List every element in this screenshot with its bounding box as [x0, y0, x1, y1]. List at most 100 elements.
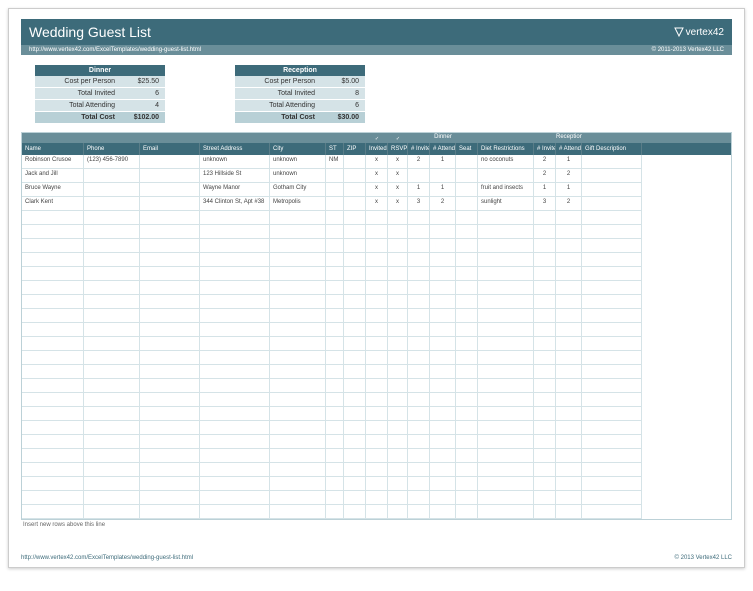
cell-gift[interactable] [582, 197, 642, 211]
cell-st[interactable] [326, 183, 344, 197]
value[interactable]: $5.00 [321, 76, 365, 87]
cell-rsvp[interactable] [388, 379, 408, 393]
cell-city[interactable]: unknown [270, 155, 326, 169]
cell-seat[interactable] [456, 491, 478, 505]
cell-city[interactable] [270, 309, 326, 323]
cell-email[interactable] [140, 309, 200, 323]
cell-gift[interactable] [582, 393, 642, 407]
cell-dinv[interactable] [408, 407, 430, 421]
cell-zip[interactable] [344, 421, 366, 435]
cell-zip[interactable] [344, 435, 366, 449]
cell-rinv[interactable] [534, 281, 556, 295]
cell-ratt[interactable] [556, 323, 582, 337]
cell-phone[interactable] [84, 365, 140, 379]
cell-gift[interactable] [582, 505, 642, 519]
cell-city[interactable] [270, 449, 326, 463]
cell-phone[interactable] [84, 379, 140, 393]
cell-dinv[interactable] [408, 169, 430, 183]
table-row[interactable] [22, 463, 731, 477]
cell-gift[interactable] [582, 407, 642, 421]
cell-gift[interactable] [582, 295, 642, 309]
cell-invited[interactable] [366, 337, 388, 351]
cell-city[interactable] [270, 337, 326, 351]
cell-seat[interactable] [456, 435, 478, 449]
cell-zip[interactable] [344, 225, 366, 239]
table-row[interactable] [22, 491, 731, 505]
cell-rinv[interactable] [534, 253, 556, 267]
cell-phone[interactable] [84, 435, 140, 449]
cell-ratt[interactable] [556, 281, 582, 295]
cell-zip[interactable] [344, 309, 366, 323]
cell-seat[interactable] [456, 253, 478, 267]
cell-gift[interactable] [582, 435, 642, 449]
cell-diet[interactable] [478, 267, 534, 281]
cell-datt[interactable] [430, 379, 456, 393]
cell-invited[interactable]: x [366, 155, 388, 169]
cell-invited[interactable] [366, 253, 388, 267]
cell-rinv[interactable] [534, 449, 556, 463]
cell-ratt[interactable] [556, 505, 582, 519]
cell-seat[interactable] [456, 477, 478, 491]
cell-datt[interactable] [430, 253, 456, 267]
table-row[interactable] [22, 309, 731, 323]
cell-datt[interactable] [430, 267, 456, 281]
cell-phone[interactable]: (123) 456-7890 [84, 155, 140, 169]
table-row[interactable]: Bruce WayneWayne ManorGotham Cityxx11fru… [22, 183, 731, 197]
cell-rsvp[interactable] [388, 421, 408, 435]
cell-city[interactable]: Metropolis [270, 197, 326, 211]
cell-rinv[interactable] [534, 295, 556, 309]
cell-zip[interactable] [344, 197, 366, 211]
cell-city[interactable] [270, 351, 326, 365]
cell-name[interactable]: Clark Kent [22, 197, 84, 211]
cell-name[interactable] [22, 421, 84, 435]
cell-st[interactable] [326, 477, 344, 491]
cell-ratt[interactable] [556, 211, 582, 225]
cell-ratt[interactable] [556, 393, 582, 407]
cell-datt[interactable] [430, 491, 456, 505]
cell-dinv[interactable] [408, 337, 430, 351]
cell-seat[interactable] [456, 295, 478, 309]
cell-diet[interactable] [478, 463, 534, 477]
cell-city[interactable] [270, 407, 326, 421]
table-row[interactable]: Jack and Jill123 Hillside Stunknownxx22 [22, 169, 731, 183]
cell-diet[interactable] [478, 393, 534, 407]
cell-street[interactable]: 123 Hillside St [200, 169, 270, 183]
cell-datt[interactable] [430, 407, 456, 421]
cell-datt[interactable] [430, 477, 456, 491]
cell-city[interactable] [270, 253, 326, 267]
cell-dinv[interactable] [408, 281, 430, 295]
cell-gift[interactable] [582, 491, 642, 505]
cell-ratt[interactable] [556, 435, 582, 449]
cell-zip[interactable] [344, 407, 366, 421]
cell-rinv[interactable] [534, 463, 556, 477]
cell-email[interactable] [140, 351, 200, 365]
cell-invited[interactable] [366, 281, 388, 295]
cell-st[interactable] [326, 505, 344, 519]
table-row[interactable] [22, 435, 731, 449]
cell-city[interactable] [270, 323, 326, 337]
cell-st[interactable] [326, 281, 344, 295]
cell-email[interactable] [140, 365, 200, 379]
table-row[interactable]: Robinson Crusoe(123) 456-7890unknownunkn… [22, 155, 731, 169]
cell-phone[interactable] [84, 351, 140, 365]
cell-zip[interactable] [344, 477, 366, 491]
cell-name[interactable] [22, 309, 84, 323]
cell-rsvp[interactable] [388, 267, 408, 281]
cell-datt[interactable] [430, 505, 456, 519]
table-row[interactable] [22, 379, 731, 393]
cell-ratt[interactable] [556, 253, 582, 267]
cell-rsvp[interactable] [388, 281, 408, 295]
cell-phone[interactable] [84, 225, 140, 239]
cell-dinv[interactable]: 2 [408, 155, 430, 169]
cell-city[interactable] [270, 239, 326, 253]
cell-datt[interactable] [430, 309, 456, 323]
cell-invited[interactable] [366, 267, 388, 281]
cell-zip[interactable] [344, 281, 366, 295]
cell-dinv[interactable] [408, 505, 430, 519]
cell-datt[interactable] [430, 337, 456, 351]
cell-zip[interactable] [344, 463, 366, 477]
cell-street[interactable] [200, 463, 270, 477]
cell-email[interactable] [140, 407, 200, 421]
cell-street[interactable] [200, 253, 270, 267]
cell-street[interactable] [200, 225, 270, 239]
